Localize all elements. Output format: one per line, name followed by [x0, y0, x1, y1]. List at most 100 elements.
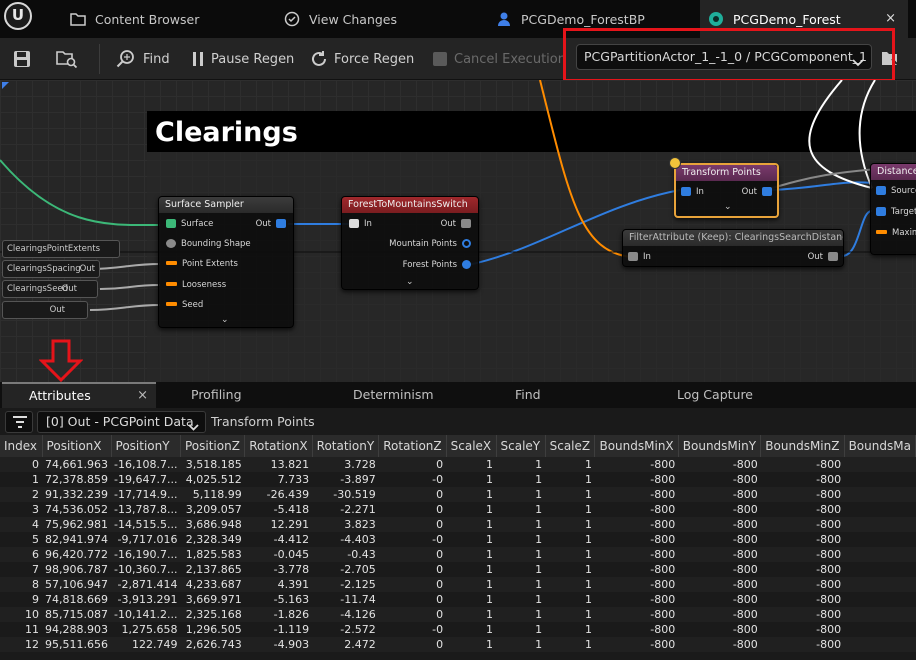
var-node-unnamed[interactable]: Out — [2, 301, 88, 319]
table-row[interactable]: 9 74,818.669 -3,913.291 3,669.971 -5.163 -11.… — [0, 592, 916, 607]
find-button[interactable]: Find — [115, 38, 170, 80]
expand-chevron-icon[interactable]: ⌄ — [406, 277, 414, 287]
pin-point-extents[interactable]: Point Extents — [161, 259, 238, 269]
pin-in[interactable]: In — [344, 219, 372, 229]
table-row[interactable]: 3 74,536.052 -13,787.8... 3,209.057 -5.418 -2… — [0, 502, 916, 517]
tab-content-browser[interactable]: Content Browser — [70, 0, 270, 38]
table-row[interactable]: 6 96,420.772 -16,190.7... 1,825.583 -0.045 -0… — [0, 547, 916, 562]
pin-out[interactable]: Out — [742, 187, 777, 197]
table-cell: -800 — [678, 532, 761, 547]
table-cell: -800 — [678, 547, 761, 562]
table-cell: 1 — [446, 592, 496, 607]
table-cell: -800 — [760, 592, 845, 607]
var-node-clearings-spacing[interactable]: ClearingsSpacing Out — [2, 260, 100, 278]
column-header[interactable]: RotationZ — [378, 435, 447, 457]
column-header[interactable]: BoundsMinX — [594, 435, 679, 457]
expand-chevron-icon[interactable]: ⌄ — [221, 315, 229, 325]
node-transform-points[interactable]: Transform Points In Out ⌄ — [674, 163, 779, 218]
var-out-pin[interactable]: Out — [62, 281, 77, 297]
pin-out[interactable]: Out — [441, 219, 476, 229]
tab-log-capture[interactable]: Log Capture — [677, 382, 753, 408]
table-cell: 3,209.057 — [180, 502, 245, 517]
pin-out[interactable]: Out — [256, 219, 291, 229]
pin-target[interactable]: Target — [871, 207, 916, 217]
graph-canvas[interactable]: Clearings ClearingsPointExtents Clearing… — [0, 80, 916, 382]
table-row[interactable]: 4 75,962.981 -14,515.5... 3,686.948 12.291 3.… — [0, 517, 916, 532]
table-cell: 1 — [496, 637, 546, 652]
check-circle-icon — [284, 11, 300, 27]
column-header[interactable]: BoundsMa — [844, 435, 916, 457]
table-cell: 1 — [446, 502, 496, 517]
var-node-clearings-point-extents[interactable]: ClearingsPointExtents — [2, 240, 120, 258]
force-regen-button[interactable]: Force Regen — [310, 38, 414, 80]
table-row[interactable]: 10 85,715.087 -10,141.2... 2,325.168 -1.826-… — [0, 607, 916, 622]
data-select-dropdown[interactable]: [0] Out - PCGPoint Data — [37, 411, 206, 433]
column-header[interactable]: PositionY — [111, 435, 181, 457]
var-out-pin[interactable]: Out — [80, 261, 95, 277]
pin-mountain-points[interactable]: Mountain Points — [389, 239, 476, 249]
var-out-pin[interactable]: Out — [50, 302, 65, 318]
pin-in[interactable]: In — [676, 187, 704, 197]
tab-determinism[interactable]: Determinism — [353, 382, 434, 408]
table-row[interactable]: 2 91,332.239 -17,714.9... 5,118.99 -26.439 -3… — [0, 487, 916, 502]
table-row[interactable]: 7 98,906.787 -10,360.7... 2,137.865 -3.778 -2… — [0, 562, 916, 577]
table-cell: 1 — [496, 457, 546, 472]
column-header[interactable]: BoundsMinZ — [760, 435, 845, 457]
column-header[interactable]: ScaleY — [496, 435, 546, 457]
tab-find[interactable]: Find — [515, 382, 541, 408]
close-icon[interactable]: × — [137, 384, 148, 408]
column-header[interactable]: PositionX — [42, 435, 112, 457]
table-cell: -800 — [678, 517, 761, 532]
pin-surface[interactable]: Surface — [161, 219, 213, 229]
pin-bounding-shape[interactable]: Bounding Shape — [161, 239, 251, 249]
tab-profiling[interactable]: Profiling — [191, 382, 242, 408]
browse-asset-button[interactable] — [56, 38, 84, 80]
column-header[interactable]: PositionZ — [180, 435, 246, 457]
table-cell: -800 — [678, 457, 761, 472]
attributes-table-wrapper[interactable]: Index PositionX PositionY PositionZ Rotation… — [0, 435, 916, 660]
table-cell: -800 — [678, 592, 761, 607]
filter-button[interactable] — [5, 411, 33, 433]
table-cell: -3.778 — [244, 562, 313, 577]
column-header[interactable]: RotationY — [312, 435, 380, 457]
node-filter-attribute[interactable]: FilterAttribute (Keep): ClearingsSearchD… — [622, 229, 844, 267]
pin-source[interactable]: Source — [871, 186, 916, 196]
node-surface-sampler[interactable]: Surface Sampler Surface Out Bounding Sha… — [158, 196, 294, 328]
node-title: FilterAttribute (Keep): ClearingsSearchD… — [623, 230, 843, 246]
table-cell — [844, 502, 916, 517]
table-row[interactable]: 1 72,378.859 -19,647.7... 4,025.512 7.733 -3.… — [0, 472, 916, 487]
node-forest-to-mountains-switch[interactable]: ForestToMountainsSwitch In Out Mountain … — [341, 196, 479, 290]
table-row[interactable]: 0 74,661.963 -16,108.7... 3,518.185 13.821 3.… — [0, 457, 916, 472]
tab-attributes[interactable]: Attributes × — [2, 382, 156, 408]
column-header[interactable]: ScaleZ — [545, 435, 596, 457]
unreal-logo-icon[interactable]: U — [4, 2, 32, 30]
column-header[interactable]: ScaleX — [446, 435, 497, 457]
pin-maximum[interactable]: Maxim — [871, 228, 916, 238]
pin-forest-points[interactable]: Forest Points — [403, 260, 476, 270]
pin-looseness[interactable]: Looseness — [161, 280, 226, 290]
column-header[interactable]: RotationX — [244, 435, 313, 457]
column-header[interactable]: BoundsMinY — [678, 435, 762, 457]
tab-view-changes[interactable]: View Changes — [284, 0, 474, 38]
attributes-table: Index PositionX PositionY PositionZ Rotation… — [0, 435, 916, 652]
pin-in[interactable]: In — [623, 252, 651, 262]
cancel-execution-button[interactable]: Cancel Execution — [432, 38, 566, 80]
save-button[interactable] — [13, 38, 37, 80]
table-cell: -10,141.2... — [111, 607, 181, 622]
table-cell: 5 — [0, 532, 43, 547]
column-header[interactable]: Index — [0, 435, 43, 457]
pin-out[interactable]: Out — [808, 252, 843, 262]
table-row[interactable]: 8 57,106.947 -2,871.414 4,233.687 4.391 -2.12… — [0, 577, 916, 592]
table-cell: -5.418 — [244, 502, 313, 517]
pause-regen-button[interactable]: Pause Regen — [191, 38, 294, 80]
var-node-clearings-seed[interactable]: ClearingsSeed Out — [2, 280, 98, 298]
close-icon[interactable]: × — [885, 11, 896, 26]
node-distance[interactable]: Distance Source Target Maxim — [870, 163, 916, 255]
pin-seed[interactable]: Seed — [161, 300, 203, 310]
table-row[interactable]: 12 95,511.656 122.749 2,626.743 -4.903 2.472 0… — [0, 637, 916, 652]
table-cell — [844, 547, 916, 562]
expand-chevron-icon[interactable]: ⌄ — [724, 202, 732, 212]
var-label: ClearingsSeed — [7, 284, 69, 294]
table-row[interactable]: 5 82,941.974 -9,717.016 2,328.349 -4.412 -4.4… — [0, 532, 916, 547]
table-row[interactable]: 11 94,288.903 1,275.658 1,296.505 -1.119 -2.5… — [0, 622, 916, 637]
